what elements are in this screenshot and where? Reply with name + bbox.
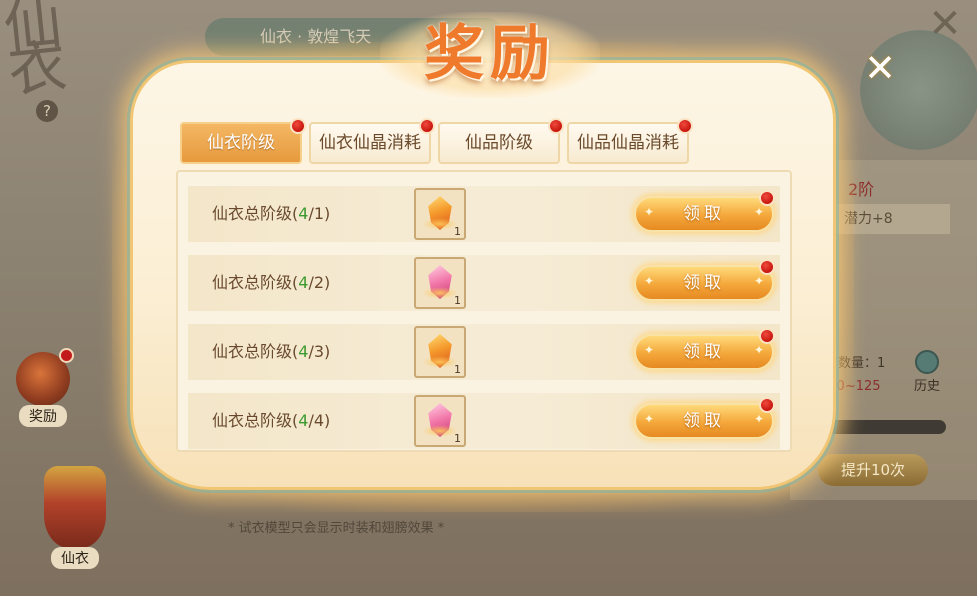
reward-list: 仙衣总阶级(4/1) 1 ✦ 领取 ✦ 仙衣总阶级(4/2) 1 ✦ 领取 ✦ …: [176, 170, 792, 452]
notification-dot: [759, 397, 775, 413]
notification-dot: [759, 259, 775, 275]
close-button[interactable]: ✕: [862, 49, 898, 87]
item-count: 1: [454, 225, 461, 238]
reward-item-slot[interactable]: 1: [414, 257, 466, 309]
reward-row: 仙衣总阶级(4/3) 1 ✦ 领取 ✦: [188, 324, 780, 380]
tab-item-tier[interactable]: 仙品阶级: [438, 118, 564, 164]
reward-item-slot[interactable]: 1: [414, 326, 466, 378]
side-item-costume[interactable]: 仙衣: [40, 466, 110, 569]
help-icon[interactable]: ?: [36, 100, 58, 122]
crystal-flare: [422, 425, 458, 437]
item-count: 1: [454, 432, 461, 445]
reward-item-slot[interactable]: 1: [414, 188, 466, 240]
history-label: 历史: [913, 379, 940, 394]
sparkle-icon: ✦: [754, 205, 769, 219]
costume-calligraphy-logo: 仙衣: [0, 0, 70, 106]
close-icon: ✕: [864, 46, 896, 90]
notification-dot: [59, 348, 74, 363]
sparkle-icon: ✦: [754, 343, 769, 357]
tier-value: 4: [298, 273, 309, 292]
notification-dot: [548, 118, 564, 134]
sparkle-icon: ✦: [644, 274, 659, 288]
notification-dot: [677, 118, 693, 134]
side-item-reward[interactable]: 奖励: [8, 348, 78, 427]
item-count: 1: [454, 294, 461, 307]
claim-label: 领取: [683, 204, 725, 224]
claim-label: 领取: [683, 411, 725, 431]
crystal-flare: [422, 356, 458, 368]
tier-value: 4: [298, 411, 309, 430]
row-label: 仙衣总阶级(4/2): [212, 273, 331, 292]
claim-button[interactable]: ✦ 领取 ✦: [634, 190, 775, 232]
history-button[interactable]: 历史: [905, 350, 949, 394]
crystal-flare: [422, 218, 458, 230]
row-label: 仙衣总阶级(4/3): [212, 342, 331, 361]
sparkle-icon: ✦: [644, 343, 659, 357]
item-count: 1: [454, 363, 461, 376]
sparkle-icon: ✦: [644, 205, 659, 219]
tab-item-crystal-cost[interactable]: 仙品仙晶消耗: [567, 118, 693, 164]
sparkle-icon: ✦: [644, 412, 659, 426]
reward-row: 仙衣总阶级(4/4) 1 ✦ 领取 ✦: [188, 393, 780, 449]
magnifier-icon: [915, 350, 939, 374]
tier-value: 4: [298, 342, 309, 361]
notification-dot: [759, 190, 775, 206]
tab-costume-tier[interactable]: 仙衣阶级: [180, 118, 306, 164]
costume-figure-icon: [44, 466, 106, 548]
side-item-label: 仙衣: [51, 547, 99, 569]
sparkle-icon: ✦: [754, 412, 769, 426]
claim-button[interactable]: ✦ 领取 ✦: [634, 259, 775, 301]
reward-row: 仙衣总阶级(4/2) 1 ✦ 领取 ✦: [188, 255, 780, 311]
claim-button[interactable]: ✦ 领取 ✦: [634, 328, 775, 370]
tab-label: 仙品仙晶消耗: [577, 133, 679, 153]
preview-note: * 试衣模型只会显示时装和翅膀效果 *: [228, 521, 445, 536]
side-item-label: 奖励: [19, 405, 67, 427]
claim-label: 领取: [683, 342, 725, 362]
row-label: 仙衣总阶级(4/1): [212, 204, 331, 223]
tab-label: 仙衣仙晶消耗: [319, 133, 421, 153]
notification-dot: [290, 118, 306, 134]
claim-label: 领取: [683, 273, 725, 293]
notification-dot: [419, 118, 435, 134]
row-label: 仙衣总阶级(4/4): [212, 411, 331, 430]
tab-label: 仙品阶级: [465, 133, 533, 153]
reward-item-slot[interactable]: 1: [414, 395, 466, 447]
reward-row: 仙衣总阶级(4/1) 1 ✦ 领取 ✦: [188, 186, 780, 242]
claim-button[interactable]: ✦ 领取 ✦: [634, 397, 775, 439]
tier-value: 4: [298, 204, 309, 223]
tab-label: 仙衣阶级: [207, 133, 275, 153]
notification-dot: [759, 328, 775, 344]
crystal-flare: [422, 287, 458, 299]
sparkle-icon: ✦: [754, 274, 769, 288]
tab-costume-crystal-cost[interactable]: 仙衣仙晶消耗: [309, 118, 435, 164]
modal-title: 奖励: [424, 19, 556, 89]
